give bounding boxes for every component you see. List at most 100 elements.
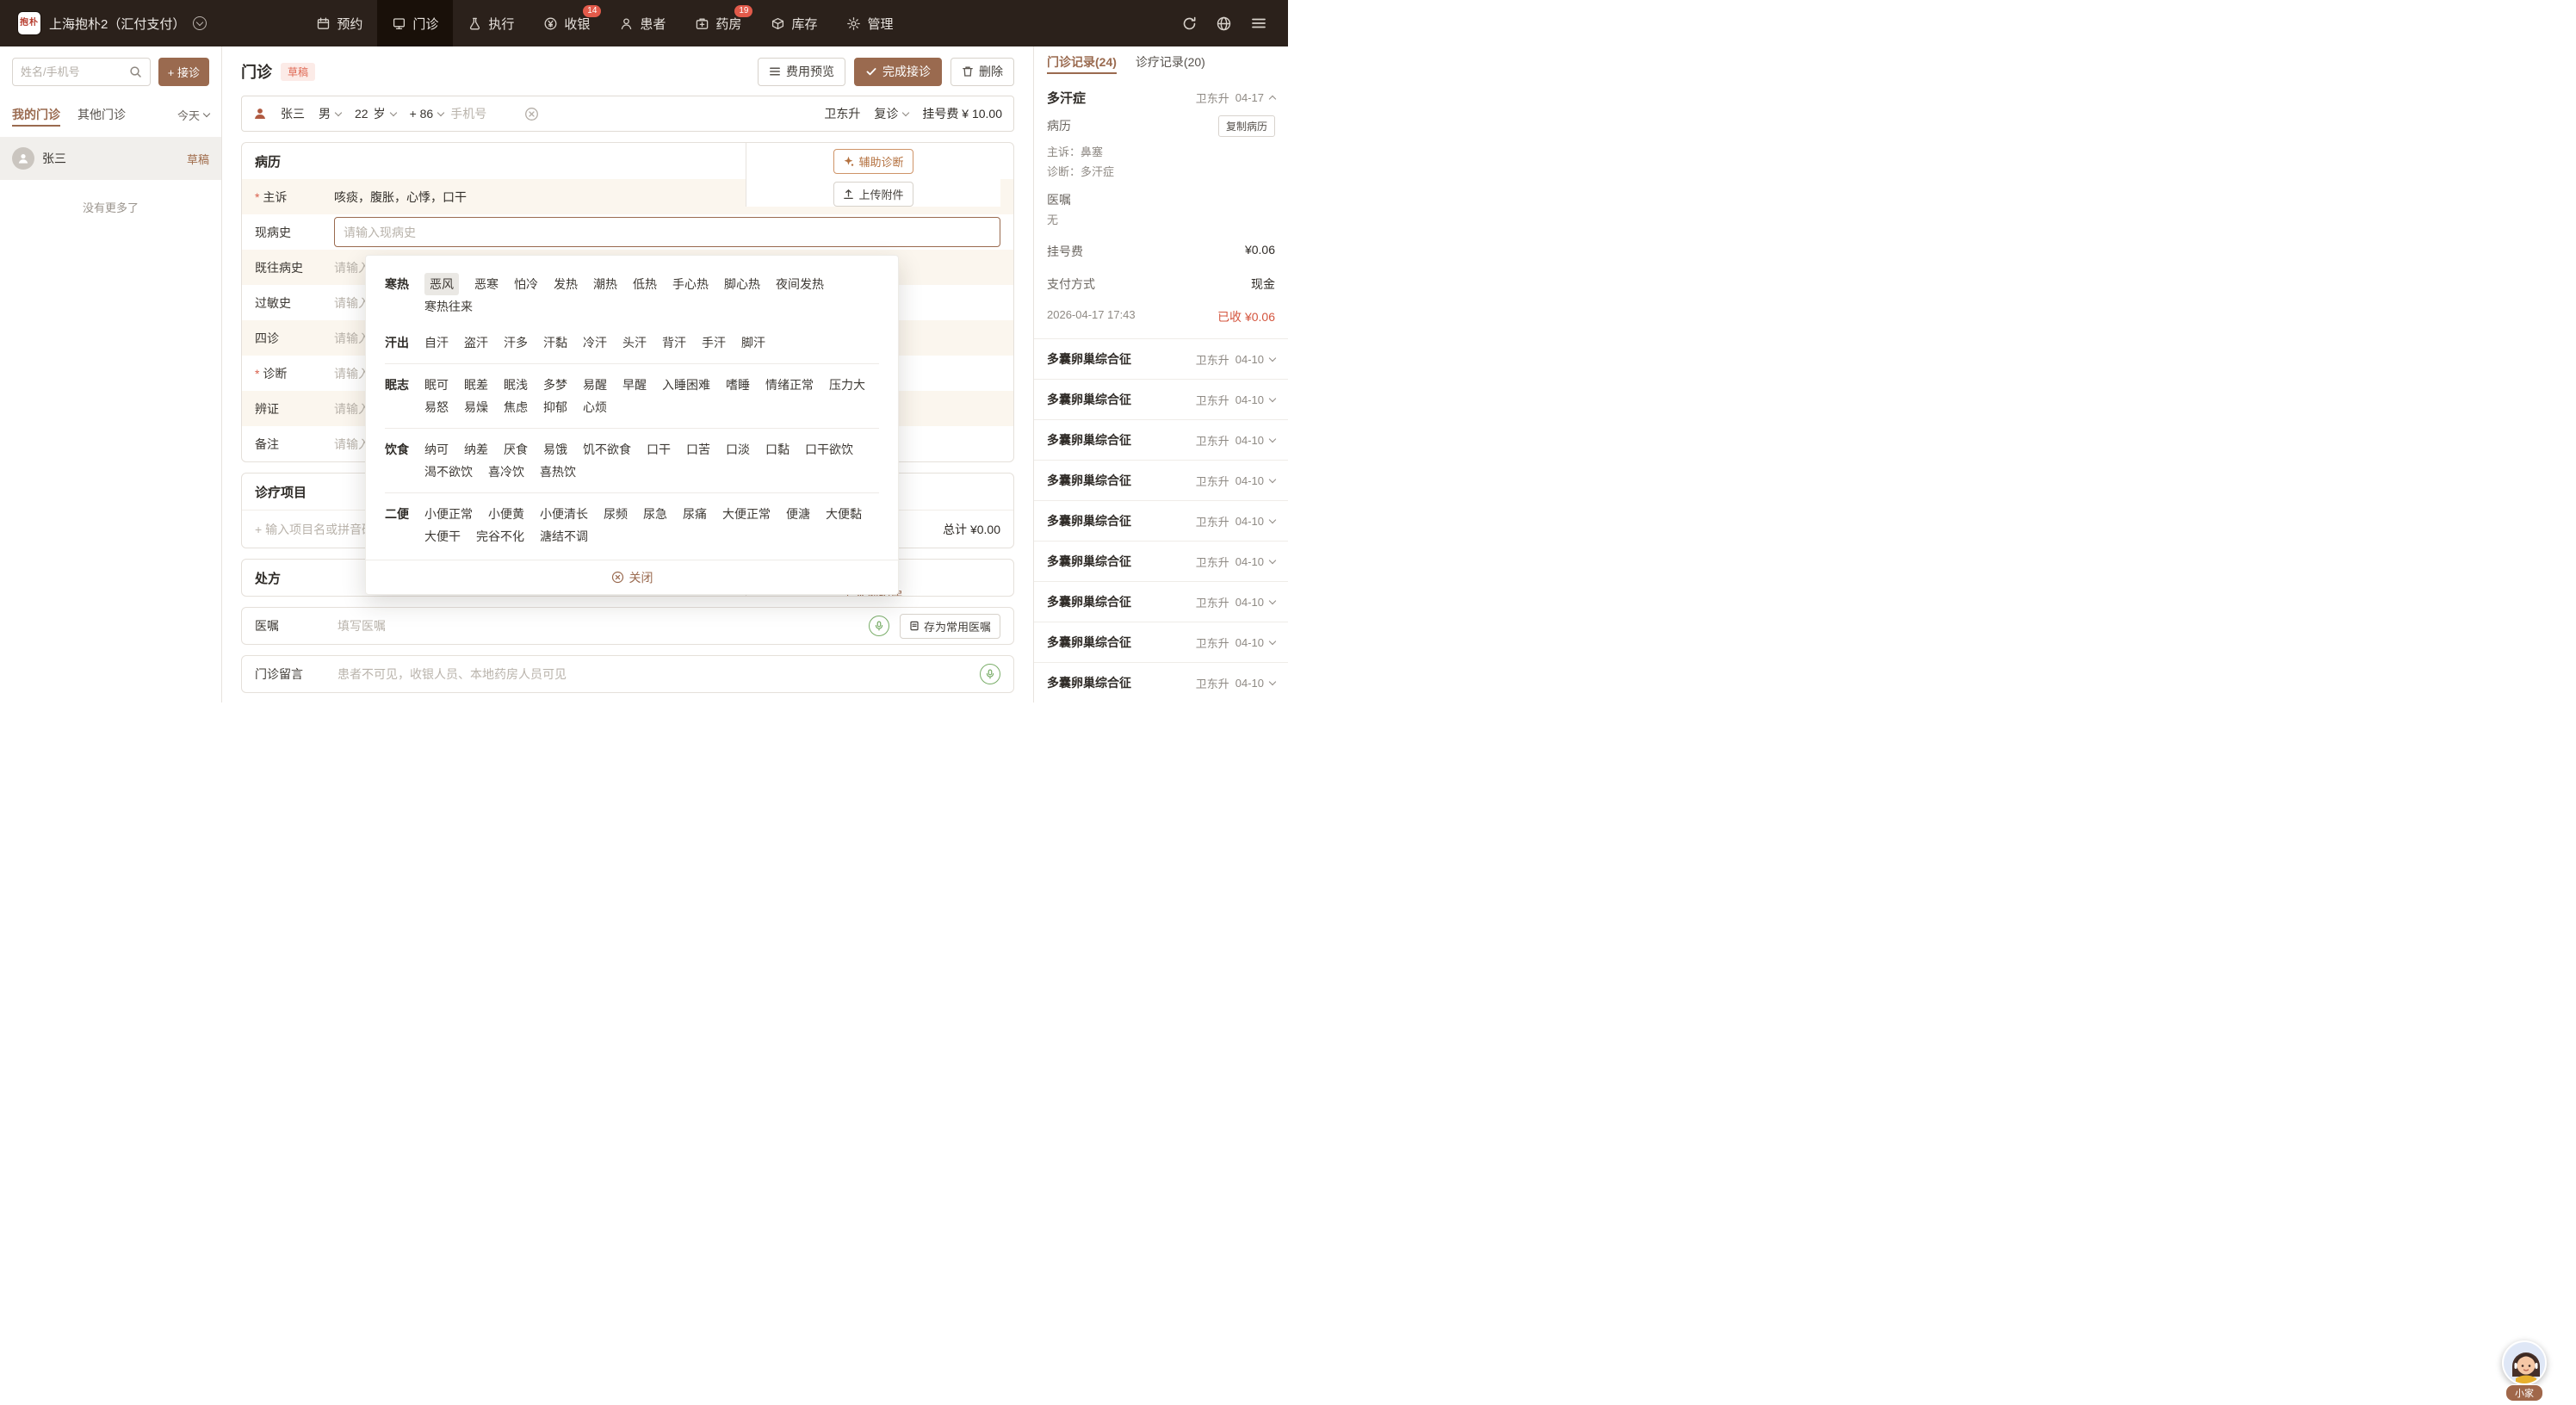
- form-value[interactable]: 咳痰，腹胀，心悸，口干: [334, 189, 1000, 206]
- nav-item-appointment[interactable]: 预约: [301, 0, 377, 46]
- expand-icon[interactable]: [1268, 354, 1277, 362]
- menu-icon[interactable]: [1250, 15, 1267, 31]
- start-reception-button[interactable]: + 接诊: [158, 58, 209, 86]
- record-list-item[interactable]: 多囊卵巢综合征 卫东升 04-10: [1034, 460, 1288, 500]
- symptom-option[interactable]: 手心热: [672, 273, 709, 295]
- symptom-option[interactable]: 小便清长: [540, 503, 588, 525]
- symptom-option[interactable]: 尿急: [643, 503, 667, 525]
- patient-list-item[interactable]: 张三 草稿: [0, 137, 221, 180]
- advice-input[interactable]: [337, 619, 865, 633]
- symptom-option[interactable]: 尿痛: [683, 503, 707, 525]
- save-common-advice-button[interactable]: 存为常用医嘱: [899, 613, 1000, 639]
- symptom-option[interactable]: 入睡困难: [662, 374, 710, 396]
- symptom-option[interactable]: 尿频: [604, 503, 628, 525]
- symptom-option[interactable]: 背汗: [662, 331, 686, 354]
- date-filter[interactable]: 今天: [177, 107, 211, 123]
- message-input[interactable]: [337, 667, 976, 681]
- symptom-option[interactable]: 嗜睡: [726, 374, 750, 396]
- present-illness-input[interactable]: [344, 225, 991, 239]
- symptom-option[interactable]: 大便正常: [722, 503, 771, 525]
- symptom-option[interactable]: 喜热饮: [540, 461, 576, 483]
- nav-item-execute[interactable]: 执行: [453, 0, 529, 46]
- tab-clinic-records[interactable]: 门诊记录(24): [1047, 46, 1117, 78]
- symptom-option[interactable]: 怕冷: [514, 273, 538, 295]
- symptom-option[interactable]: 多梦: [543, 374, 567, 396]
- symptom-option[interactable]: 焦虑: [504, 396, 528, 418]
- symptom-option[interactable]: 冷汗: [583, 331, 607, 354]
- symptom-option[interactable]: 便溏: [786, 503, 810, 525]
- expand-icon[interactable]: [1268, 516, 1277, 523]
- symptom-option[interactable]: 脚汗: [741, 331, 765, 354]
- patient-search-box[interactable]: [12, 58, 151, 86]
- symptom-option[interactable]: 低热: [633, 273, 657, 295]
- expand-icon[interactable]: [1268, 678, 1277, 685]
- message-mic-icon[interactable]: [980, 664, 1000, 684]
- symptom-option[interactable]: 抑郁: [543, 396, 567, 418]
- symptom-option[interactable]: 厌食: [504, 438, 528, 461]
- symptom-option[interactable]: 脚心热: [724, 273, 760, 295]
- symptom-option[interactable]: 小便正常: [424, 503, 473, 525]
- symptom-option[interactable]: 纳可: [424, 438, 449, 461]
- language-globe-icon[interactable]: [1216, 15, 1232, 32]
- record-list-item[interactable]: 多囊卵巢综合征 卫东升 04-10: [1034, 419, 1288, 460]
- symptom-option[interactable]: 夜间发热: [776, 273, 824, 295]
- symptom-option[interactable]: 完谷不化: [476, 525, 524, 548]
- symptom-option[interactable]: 易醒: [583, 374, 607, 396]
- symptom-option[interactable]: 寒热往来: [424, 295, 473, 318]
- visit-type-select[interactable]: 复诊: [874, 105, 910, 122]
- symptom-option[interactable]: 口苦: [686, 438, 710, 461]
- assistant-widget[interactable]: 小家: [2499, 1340, 2550, 1402]
- expanded-record-header[interactable]: 多汗症 卫东升 04-17: [1034, 78, 1288, 114]
- copy-record-button[interactable]: 复制病历: [1217, 115, 1275, 137]
- symptom-option[interactable]: 眠浅: [504, 374, 528, 396]
- advice-mic-icon[interactable]: [868, 616, 889, 636]
- symptom-option[interactable]: 手汗: [702, 331, 726, 354]
- symptom-option[interactable]: 易怒: [424, 396, 449, 418]
- symptom-option[interactable]: 大便黏: [826, 503, 862, 525]
- symptom-option[interactable]: 压力大: [829, 374, 865, 396]
- expand-icon[interactable]: [1268, 556, 1277, 564]
- symptom-option[interactable]: 情绪正常: [765, 374, 814, 396]
- record-list-item[interactable]: 多囊卵巢综合征 卫东升 04-10: [1034, 662, 1288, 702]
- record-list-item[interactable]: 多囊卵巢综合征 卫东升 04-10: [1034, 379, 1288, 419]
- clinic-switch-icon[interactable]: [193, 16, 207, 30]
- nav-item-cashier[interactable]: 收银 14: [529, 0, 604, 46]
- symptom-option[interactable]: 心烦: [583, 396, 607, 418]
- record-list-item[interactable]: 多囊卵巢综合征 卫东升 04-10: [1034, 622, 1288, 662]
- phone-code-select[interactable]: + 86: [410, 107, 445, 121]
- nav-item-admin[interactable]: 管理: [832, 0, 907, 46]
- symptom-option[interactable]: 恶寒: [474, 273, 498, 295]
- record-list-item[interactable]: 多囊卵巢综合征 卫东升 04-10: [1034, 500, 1288, 541]
- brand[interactable]: 抱朴 上海抱朴2（汇付支付）: [0, 0, 222, 46]
- finish-reception-button[interactable]: 完成接诊: [854, 57, 942, 86]
- expand-icon[interactable]: [1268, 394, 1277, 402]
- symptom-option[interactable]: 易饿: [543, 438, 567, 461]
- age-select[interactable]: 22 岁: [355, 105, 397, 122]
- nav-item-patient[interactable]: 患者: [604, 0, 680, 46]
- expand-icon[interactable]: [1268, 597, 1277, 604]
- doctor-select[interactable]: 卫东升: [824, 105, 860, 122]
- nav-item-inventory[interactable]: 库存: [756, 0, 832, 46]
- symptom-option[interactable]: 溏结不调: [540, 525, 588, 548]
- patient-search-input[interactable]: [21, 65, 129, 78]
- phone-input[interactable]: [450, 107, 511, 121]
- delete-button[interactable]: 删除: [951, 57, 1014, 86]
- clear-patient-icon[interactable]: [524, 107, 539, 121]
- record-list-item[interactable]: 多囊卵巢综合征 卫东升 04-10: [1034, 541, 1288, 581]
- expand-icon[interactable]: [1268, 475, 1277, 483]
- symptom-option[interactable]: 盗汗: [464, 331, 488, 354]
- symptom-option[interactable]: 喜冷饮: [488, 461, 524, 483]
- patient-name-field[interactable]: 张三: [281, 105, 305, 122]
- popup-close-button[interactable]: 关闭: [366, 560, 898, 594]
- symptom-option[interactable]: 口干欲饮: [805, 438, 853, 461]
- expand-icon[interactable]: [1268, 435, 1277, 443]
- symptom-option[interactable]: 眠可: [424, 374, 449, 396]
- symptom-option[interactable]: 潮热: [593, 273, 617, 295]
- tab-treatment-records[interactable]: 诊疗记录(20): [1136, 46, 1205, 78]
- symptom-option[interactable]: 渴不欲饮: [424, 461, 473, 483]
- symptom-option[interactable]: 易燥: [464, 396, 488, 418]
- symptom-option[interactable]: 口黏: [765, 438, 790, 461]
- symptom-option[interactable]: 早醒: [622, 374, 647, 396]
- symptom-option[interactable]: 头汗: [622, 331, 647, 354]
- nav-item-pharmacy[interactable]: 药房 19: [680, 0, 756, 46]
